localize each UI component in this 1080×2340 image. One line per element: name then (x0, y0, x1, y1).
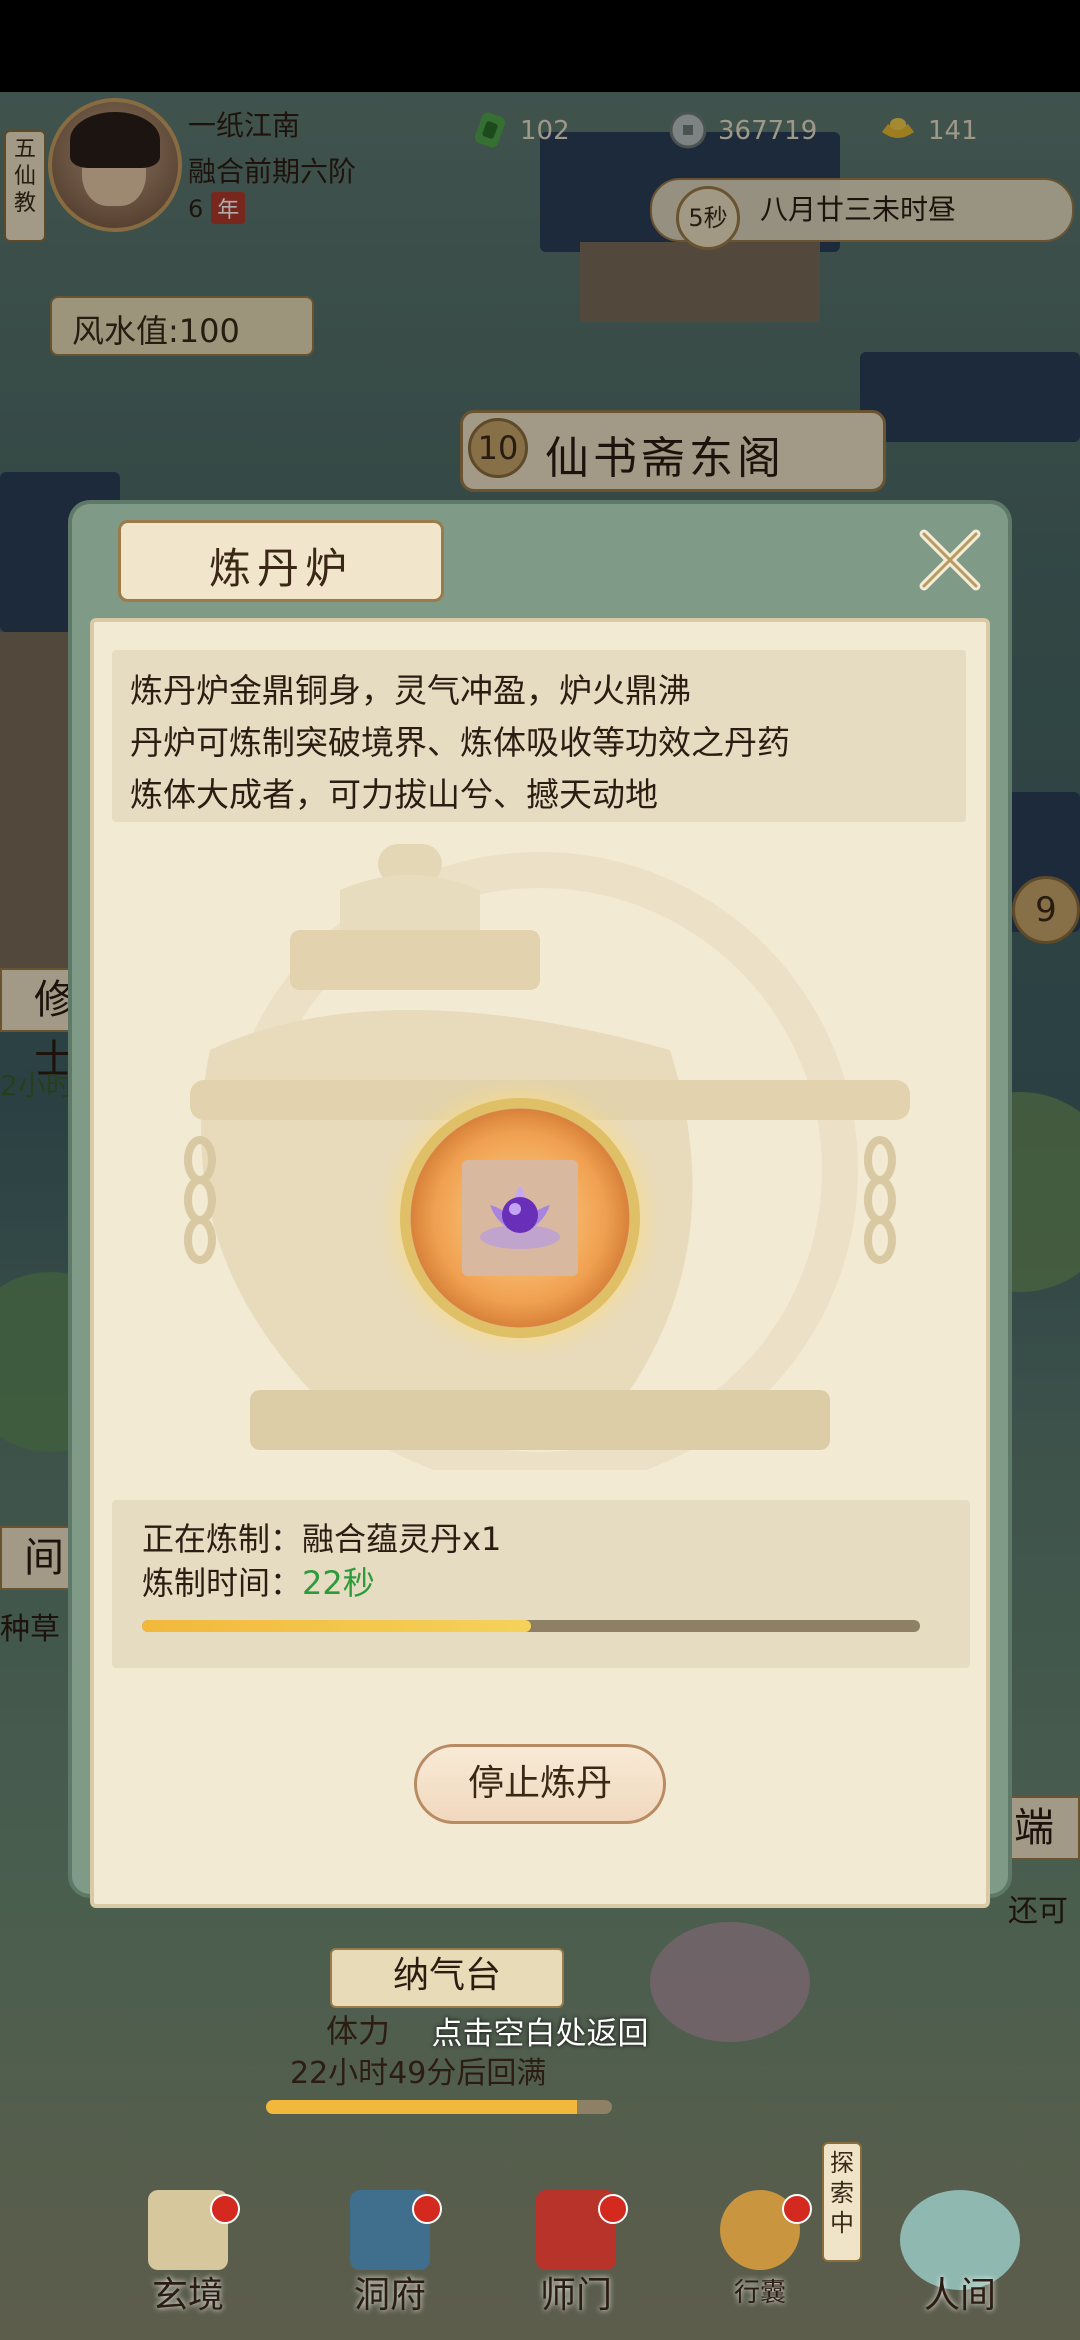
purple-lotus-pill-icon (480, 1185, 560, 1249)
nav-item-renjian[interactable]: 人间 (860, 2170, 1060, 2340)
nav-label: 行囊 (733, 2278, 786, 2308)
notification-badge (782, 2194, 812, 2224)
nav-label: 师门 (539, 2275, 612, 2316)
nav-label: 玄境 (151, 2275, 224, 2316)
stamina-refill-text: 22小时49分后回满 (290, 2056, 547, 2091)
nav-label: 洞府 (353, 2275, 426, 2316)
stamina-progress-bar (266, 2100, 612, 2114)
stamina-progress-fill (266, 2100, 578, 2114)
stop-refining-button[interactable]: 停止炼丹 (414, 1744, 666, 1824)
notification-badge (412, 2194, 442, 2224)
refining-progress-fill (142, 1620, 531, 1632)
tap-to-close-hint: 点击空白处返回 (431, 2016, 649, 2052)
modal-title: 炼丹炉 (208, 544, 353, 593)
modal-title-plate: 炼丹炉 (118, 520, 444, 602)
nav-item-dongfu[interactable]: 洞府 (320, 2170, 460, 2340)
nav-label: 人间 (923, 2275, 996, 2316)
explore-status-tag[interactable]: 探索中 (822, 2142, 862, 2262)
refining-time-value: 22秒 (302, 1564, 375, 1602)
status-bar-area (0, 0, 1080, 92)
nav-item-xuanjing[interactable]: 玄境 (118, 2170, 258, 2340)
nav-item-shimen[interactable]: 师门 (506, 2170, 646, 2340)
close-icon[interactable] (910, 520, 990, 600)
description-line: 炼丹炉金鼎铜身，灵气冲盈，炉火鼎沸 (130, 671, 691, 710)
nav-item-xingnang[interactable]: 行囊 (690, 2170, 830, 2340)
stamina-building-title[interactable]: 纳气台 (330, 1948, 564, 2008)
furnace-description: 炼丹炉金鼎铜身，灵气冲盈，炉火鼎沸 丹炉可炼制突破境界、炼体吸收等功效之丹药 炼… (112, 650, 966, 822)
notification-badge (210, 2194, 240, 2224)
notification-badge (598, 2194, 628, 2224)
refining-time-label: 炼制时间： (142, 1564, 303, 1602)
refining-progress-bar (142, 1620, 920, 1632)
bottom-nav: 玄境 洞府 师门 行囊 人间 (0, 2170, 1080, 2340)
description-line: 炼体大成者，可力拔山兮、撼天动地 (130, 775, 658, 814)
refining-time-row: 炼制时间：22秒 (142, 1558, 375, 1604)
refining-status-panel: 正在炼制：融合蕴灵丹x1 炼制时间：22秒 (112, 1500, 970, 1668)
refining-item-label: 正在炼制：融合蕴灵丹x1 (142, 1520, 502, 1558)
description-line: 丹炉可炼制突破境界、炼体吸收等功效之丹药 (130, 723, 790, 762)
